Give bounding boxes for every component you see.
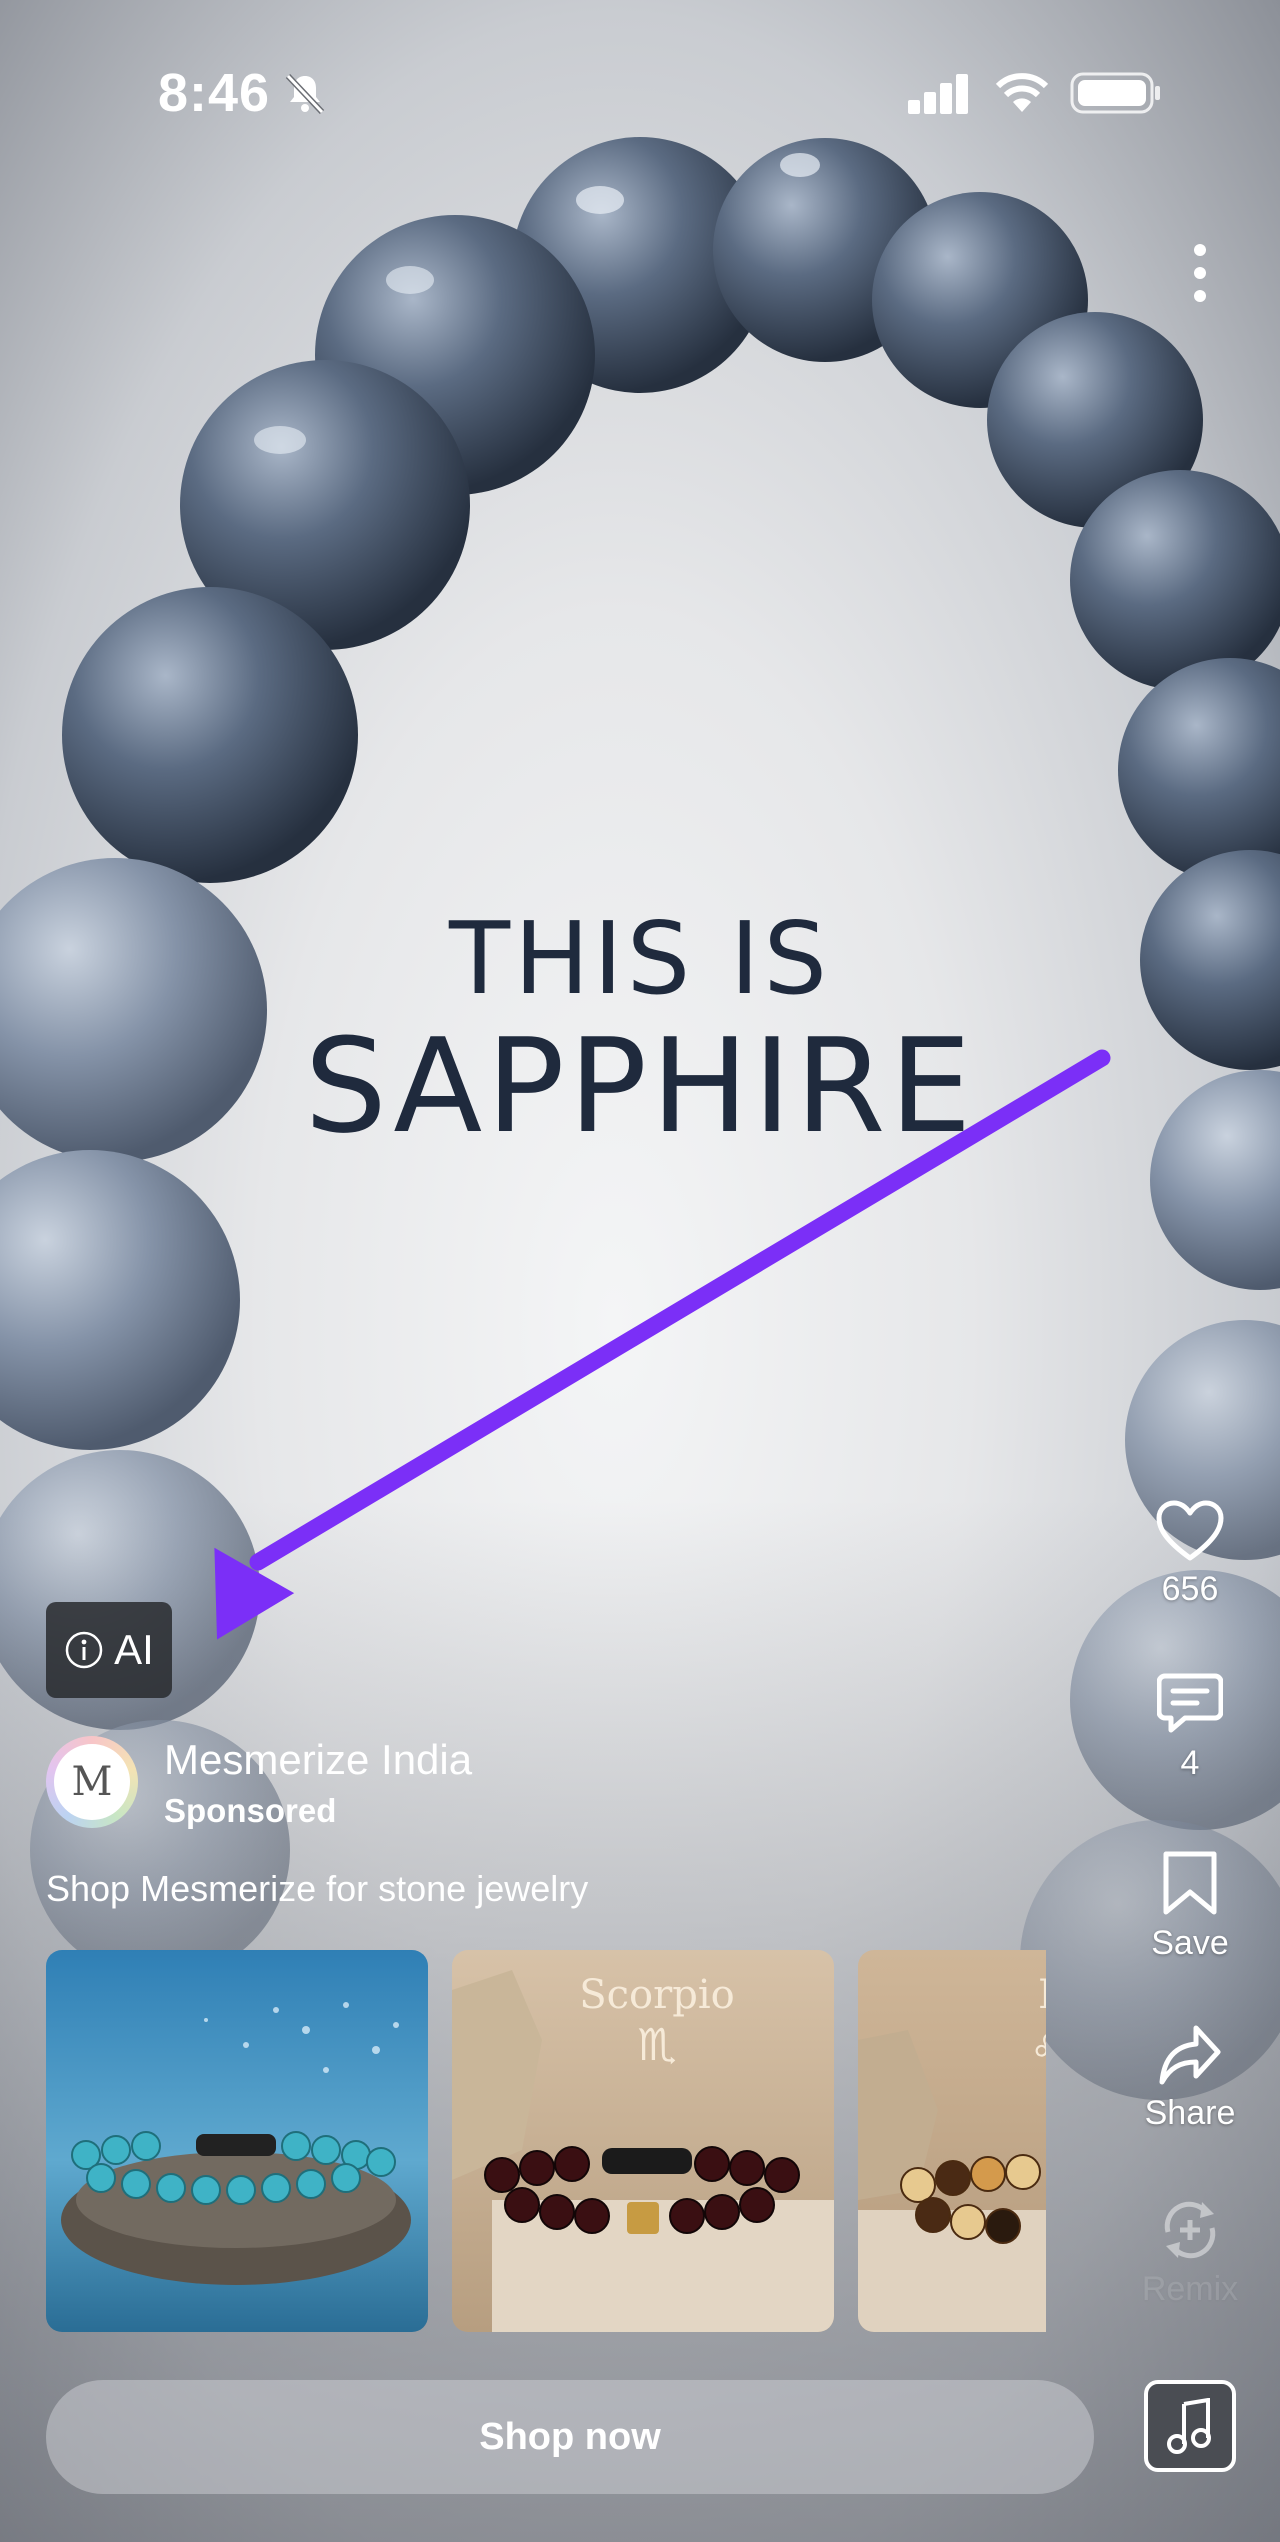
save-label: Save (1151, 1924, 1229, 1962)
comment-button[interactable]: 4 (1120, 1672, 1260, 1783)
garnet-bracelet-image: Scorpio ♏ (452, 1950, 834, 2332)
scorpio-symbol: ♏ (637, 2020, 676, 2071)
wifi-icon (995, 73, 1049, 112)
product-card-1[interactable] (46, 1950, 428, 2332)
ai-label: AI (114, 1626, 154, 1673)
battery-icon (1070, 72, 1160, 114)
status-time: 8:46 (158, 63, 271, 123)
ai-info-badge[interactable]: AI (46, 1602, 172, 1698)
sponsored-label: Sponsored (164, 1792, 337, 1829)
bookmark-icon (1163, 1851, 1217, 1915)
share-button[interactable]: Share (1120, 2024, 1260, 2133)
leo-text: L (1038, 1972, 1046, 2018)
account-name[interactable]: Mesmerize India (164, 1736, 472, 1784)
like-button[interactable]: 656 (1120, 1500, 1260, 1609)
save-button[interactable]: Save (1120, 1850, 1260, 1963)
signal-icon (908, 74, 968, 114)
turquoise-bracelet-image (46, 1950, 428, 2332)
heart-icon (1156, 1500, 1224, 1561)
info-icon (65, 1631, 103, 1669)
scorpio-text: Scorpio (579, 1972, 735, 2018)
comment-icon (1157, 1673, 1223, 1733)
leo-symbol: ♌ (1030, 2026, 1046, 2072)
music-note-icon (1167, 2398, 1211, 2454)
share-label: Share (1144, 2094, 1236, 2132)
amber-bracelet-image: L ♌ (858, 1950, 1046, 2332)
like-count: 656 (1161, 1570, 1219, 1608)
remix-icon (1164, 2201, 1216, 2259)
ad-caption[interactable]: Shop Mesmerize for stone jewelry (46, 1868, 588, 1910)
remix-label: Remix (1141, 2270, 1239, 2308)
product-card-2[interactable]: Scorpio ♏ (452, 1950, 834, 2332)
product-carousel[interactable]: Scorpio ♏ (46, 1950, 1046, 2332)
remix-button[interactable]: Remix (1120, 2198, 1260, 2309)
audio-button[interactable] (1144, 2380, 1236, 2472)
share-icon (1159, 2025, 1221, 2085)
comment-count: 4 (1180, 1744, 1200, 1782)
more-options-icon[interactable] (1180, 240, 1220, 306)
reel-screen: 8:46 THIS IS SAPPHIRE AI 656 4 Save Shar… (0, 0, 1280, 2542)
bell-slash-icon (285, 73, 325, 115)
account-avatar[interactable]: M (46, 1736, 138, 1828)
avatar-letter: M (54, 1744, 130, 1820)
headline-line-1: THIS IS (448, 900, 831, 1017)
headline-line-2: SAPPHIRE (304, 1010, 976, 1162)
product-card-3[interactable]: L ♌ (858, 1950, 1046, 2332)
shop-now-button[interactable]: Shop now (46, 2380, 1094, 2494)
